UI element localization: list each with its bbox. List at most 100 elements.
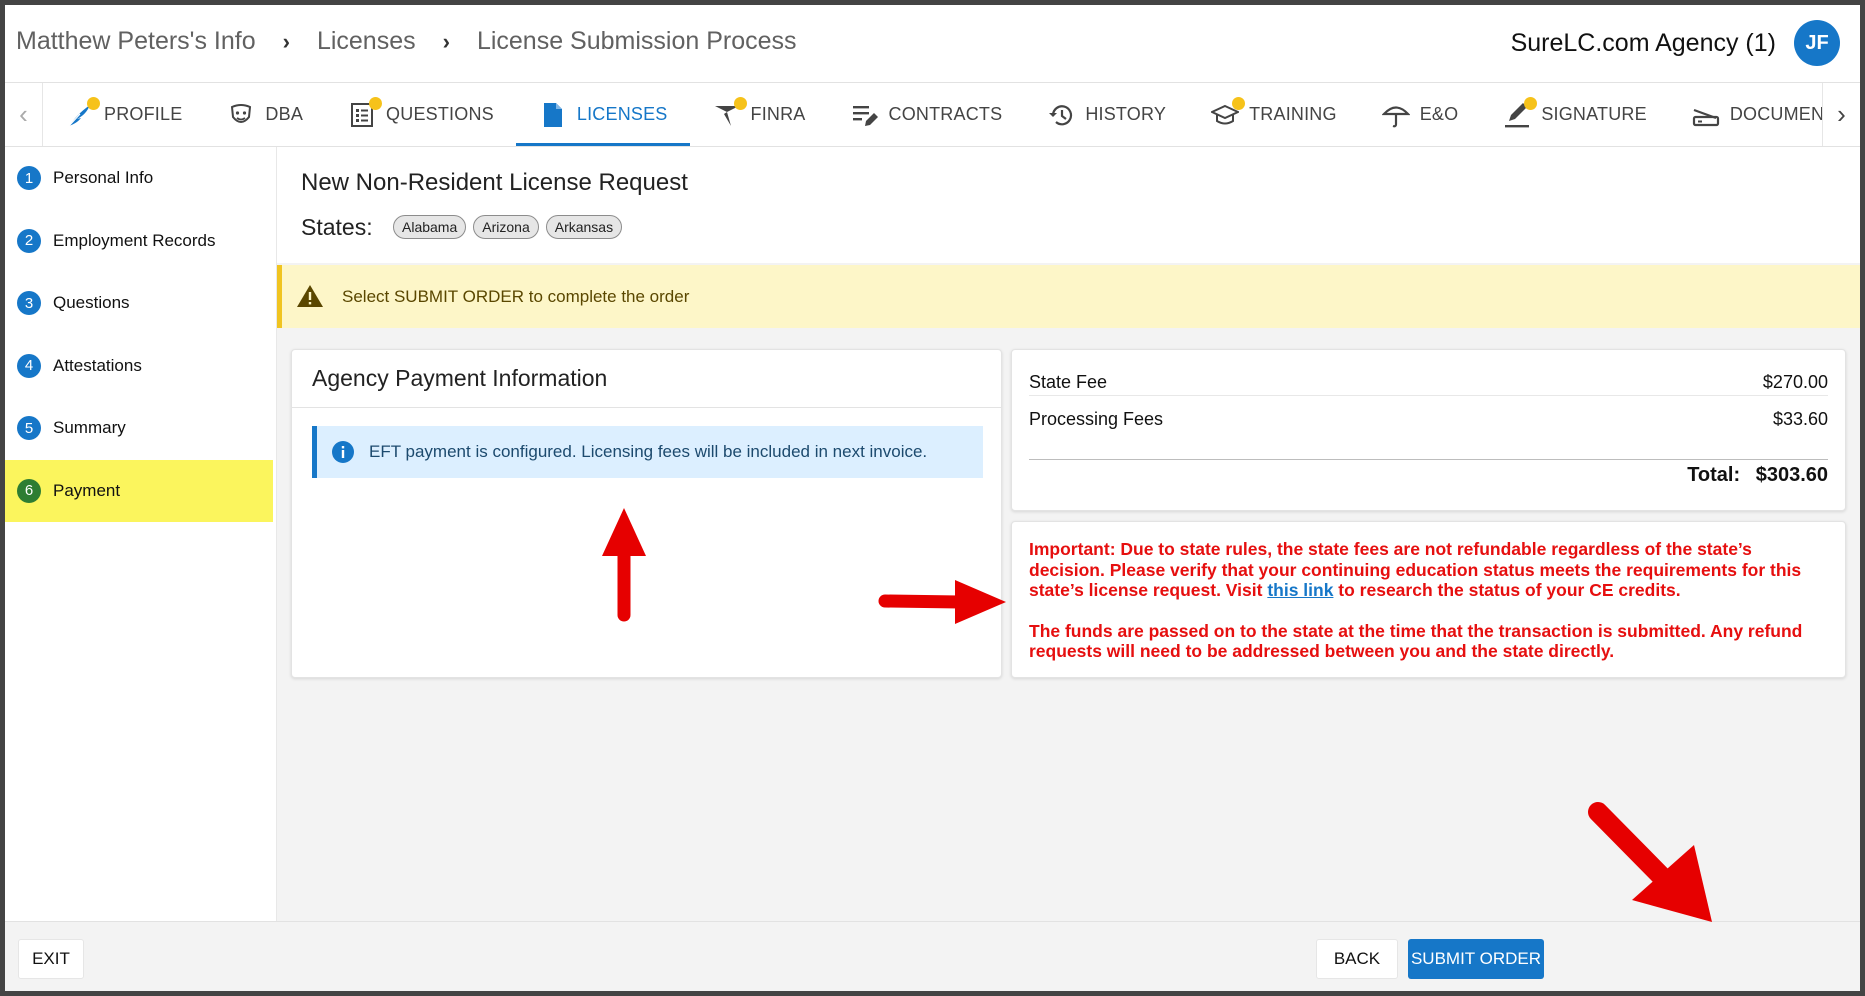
tab-signature[interactable]: SIGNATURE bbox=[1480, 83, 1668, 146]
processing-fee-value: $33.60 bbox=[1772, 409, 1828, 429]
step-questions[interactable]: 3 Questions bbox=[5, 272, 276, 335]
divider bbox=[1029, 459, 1828, 460]
state-chip: Arizona bbox=[473, 215, 539, 239]
tab-questions[interactable]: QUESTIONS bbox=[325, 83, 516, 146]
back-button[interactable]: BACK bbox=[1316, 939, 1398, 979]
tab-contracts[interactable]: CONTRACTS bbox=[828, 83, 1025, 146]
tab-label: CONTRACTS bbox=[888, 104, 1003, 124]
breadcrumb-licenses[interactable]: Licenses bbox=[317, 27, 416, 56]
graduation-cap-icon bbox=[1210, 96, 1246, 130]
step-label: Employment Records bbox=[53, 230, 216, 250]
step-summary[interactable]: 5 Summary bbox=[5, 397, 276, 460]
notification-dot bbox=[1232, 96, 1246, 110]
chevron-right-icon: › bbox=[282, 28, 290, 54]
eft-info-alert: EFT payment is configured. Licensing fee… bbox=[312, 426, 983, 478]
agency-name[interactable]: SureLC.com Agency (1) bbox=[1511, 29, 1776, 58]
payment-card-title: Agency Payment Information bbox=[292, 350, 1001, 408]
tab-training[interactable]: TRAINING bbox=[1188, 83, 1359, 146]
tab-history[interactable]: HISTORY bbox=[1024, 83, 1188, 146]
warning-icon bbox=[296, 284, 326, 310]
tab-label: SIGNATURE bbox=[1541, 104, 1647, 124]
total-label: Total: bbox=[1687, 464, 1741, 486]
tab-label: FINRA bbox=[750, 104, 806, 124]
tab-label: E&O bbox=[1419, 104, 1459, 124]
warning-banner: Select SUBMIT ORDER to complete the orde… bbox=[277, 265, 1860, 328]
notification-dot bbox=[369, 96, 383, 110]
state-fee-row: State Fee $270.00 bbox=[1029, 372, 1828, 396]
states-chips: Alabama Arizona Arkansas bbox=[393, 215, 623, 239]
step-payment[interactable]: 6 Payment bbox=[5, 459, 273, 522]
page-title: New Non-Resident License Request bbox=[301, 169, 688, 196]
tab-documents[interactable]: DOCUMENTS bbox=[1669, 83, 1822, 146]
history-icon bbox=[1046, 100, 1076, 130]
step-label: Payment bbox=[53, 480, 121, 500]
breadcrumb-agent-info[interactable]: Matthew Peters's Info bbox=[16, 27, 256, 56]
tab-label: QUESTIONS bbox=[386, 104, 494, 124]
step-label: Personal Info bbox=[53, 168, 154, 188]
ce-status-link[interactable]: this link bbox=[1267, 580, 1333, 600]
warning-text: Select SUBMIT ORDER to complete the orde… bbox=[342, 286, 690, 306]
tab-label: TRAINING bbox=[1249, 104, 1337, 124]
section-tabs: ‹ PROFILE DBA QUESTIONS LICENSES FINRA C… bbox=[5, 83, 1860, 147]
chevron-left-icon[interactable]: ‹ bbox=[5, 83, 43, 146]
main-content: New Non-Resident License Request States:… bbox=[277, 147, 1860, 921]
tab-dba[interactable]: DBA bbox=[204, 83, 325, 146]
notice-paragraph-2: The funds are passed on to the state at … bbox=[1029, 620, 1803, 662]
step-label: Attestations bbox=[53, 355, 142, 375]
document-icon bbox=[538, 100, 568, 130]
state-fee-label: State Fee bbox=[1029, 372, 1108, 392]
refund-notice-card: Important: Due to state rules, the state… bbox=[1011, 521, 1846, 678]
step-label: Questions bbox=[53, 293, 130, 313]
tab-label: DBA bbox=[265, 104, 304, 124]
footer-bar: EXIT BACK SUBMIT ORDER bbox=[5, 921, 1860, 991]
tab-label: DOCUMENTS bbox=[1729, 104, 1822, 124]
step-attestations[interactable]: 4 Attestations bbox=[5, 335, 276, 398]
eft-info-text: EFT payment is configured. Licensing fee… bbox=[369, 442, 928, 461]
chevron-right-icon: › bbox=[442, 28, 450, 54]
total-row: Total: $303.60 bbox=[1687, 464, 1828, 487]
mask-icon bbox=[226, 100, 256, 130]
checklist-icon bbox=[347, 96, 383, 130]
notice-text: to research the status of your CE credit… bbox=[1333, 580, 1681, 600]
step-number: 3 bbox=[17, 291, 41, 316]
tab-label: PROFILE bbox=[104, 104, 183, 124]
breadcrumb-current: License Submission Process bbox=[476, 27, 797, 55]
notification-dot bbox=[1524, 96, 1538, 110]
app-window: Matthew Peters's Info › Licenses › Licen… bbox=[0, 0, 1865, 996]
state-chip: Arkansas bbox=[545, 215, 623, 239]
avatar[interactable]: JF bbox=[1794, 20, 1840, 66]
step-number: 5 bbox=[17, 416, 41, 441]
step-number: 6 bbox=[17, 478, 41, 503]
request-header: New Non-Resident License Request States:… bbox=[277, 147, 1860, 263]
feather-icon bbox=[65, 96, 100, 130]
tab-label: HISTORY bbox=[1085, 104, 1167, 124]
payment-info-card: Agency Payment Information EFT payment i… bbox=[291, 349, 1002, 678]
tab-licenses[interactable]: LICENSES bbox=[515, 83, 690, 146]
edit-lines-icon bbox=[850, 100, 880, 130]
step-personal-info[interactable]: 1 Personal Info bbox=[5, 147, 276, 210]
state-chip: Alabama bbox=[393, 215, 467, 239]
state-fee-value: $270.00 bbox=[1762, 372, 1828, 392]
fees-card: State Fee $270.00 Processing Fees $33.60… bbox=[1011, 349, 1846, 511]
signature-pen-icon bbox=[1502, 96, 1538, 130]
processing-fee-label: Processing Fees bbox=[1029, 409, 1164, 429]
step-label: Summary bbox=[53, 418, 126, 438]
notification-dot bbox=[733, 96, 747, 110]
tab-e-and-o[interactable]: E&O bbox=[1359, 83, 1481, 146]
notice-paragraph-1: Important: Due to state rules, the state… bbox=[1029, 539, 1828, 601]
scanner-icon bbox=[1691, 100, 1721, 130]
step-number: 2 bbox=[17, 228, 41, 253]
umbrella-icon bbox=[1381, 100, 1411, 130]
steps-sidebar: 1 Personal Info 2 Employment Records 3 Q… bbox=[5, 147, 277, 921]
notification-dot bbox=[87, 96, 100, 110]
step-employment-records[interactable]: 2 Employment Records bbox=[5, 210, 276, 273]
chevron-right-icon[interactable]: › bbox=[1822, 83, 1860, 146]
submit-order-button[interactable]: SUBMIT ORDER bbox=[1408, 939, 1544, 979]
processing-fee-row: Processing Fees $33.60 bbox=[1029, 409, 1828, 432]
tab-profile[interactable]: PROFILE bbox=[43, 83, 204, 146]
breadcrumb: Matthew Peters's Info › Licenses › Licen… bbox=[16, 27, 797, 56]
info-icon bbox=[331, 440, 355, 464]
exit-button[interactable]: EXIT bbox=[18, 939, 84, 979]
step-number: 4 bbox=[17, 353, 41, 378]
tab-finra[interactable]: FINRA bbox=[690, 83, 828, 146]
